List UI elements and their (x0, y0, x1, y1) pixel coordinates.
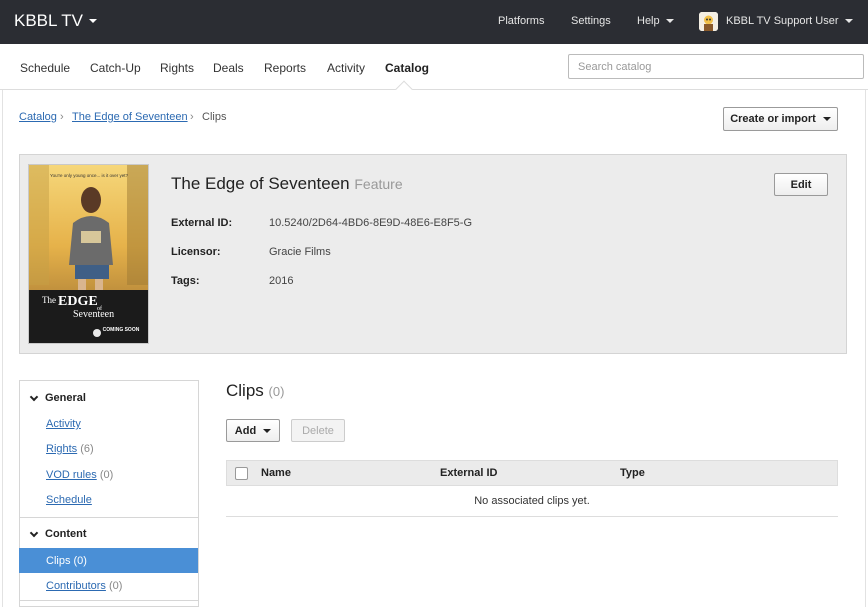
breadcrumb-title[interactable]: The Edge of Seventeen (72, 111, 188, 123)
nav-platforms[interactable]: Platforms (498, 15, 544, 27)
nav-catalog[interactable]: Catalog (385, 61, 429, 75)
tags-label: Tags: (171, 275, 200, 287)
sidebar-divider (19, 600, 199, 601)
breadcrumb-catalog[interactable]: Catalog (19, 111, 57, 123)
nav-settings[interactable]: Settings (571, 15, 611, 27)
brand-name: KBBL TV (14, 11, 83, 30)
count: (0) (108, 580, 123, 592)
clips-count: (0) (268, 384, 285, 399)
item-title: The Edge of Seventeen Feature (171, 174, 403, 194)
user-name: KBBL TV Support User (726, 15, 839, 27)
poster-tagline: You're only young once... is it over yet… (50, 173, 128, 178)
chevron-down-icon (29, 392, 39, 401)
caret-down-icon (822, 117, 831, 121)
breadcrumb-separator: › (60, 111, 64, 123)
poster-title-line: EDGE (58, 294, 98, 309)
user-avatar-icon[interactable] (699, 12, 718, 31)
column-external-id[interactable]: External ID (440, 467, 497, 479)
count: (0) (99, 469, 114, 481)
breadcrumb-current: Clips (202, 111, 227, 123)
empty-state-message: No associated clips yet. (226, 486, 838, 517)
nav-schedule[interactable]: Schedule (20, 61, 70, 75)
sidebar-section-content[interactable]: Content (19, 519, 199, 549)
column-type[interactable]: Type (620, 467, 645, 479)
licensor-value: Gracie Films (269, 246, 331, 258)
poster-title-line: Seventeen (73, 309, 114, 320)
sidebar-section-general[interactable]: General (19, 383, 199, 413)
external-id-value: 10.5240/2D64-4BD6-8E9D-48E6-E8F5-G (269, 217, 473, 229)
select-all-checkbox[interactable] (235, 467, 248, 480)
chevron-down-icon (29, 528, 39, 537)
poster-image: You're only young once... is it over yet… (28, 164, 149, 344)
edit-button[interactable]: Edit (774, 173, 828, 196)
create-or-import-button[interactable]: Create or import (723, 107, 838, 131)
item-title-text: The Edge of Seventeen (171, 174, 350, 193)
column-name[interactable]: Name (261, 467, 291, 479)
nav-activity[interactable]: Activity (327, 61, 365, 75)
nav-reports[interactable]: Reports (264, 61, 306, 75)
count: (6) (80, 443, 94, 455)
item-type: Feature (354, 176, 403, 192)
external-id-label: External ID: (171, 217, 233, 229)
sidebar-item-rights[interactable]: Rights (6) (46, 443, 94, 455)
caret-down-icon (88, 19, 97, 23)
sidebar-item-activity[interactable]: Activity (46, 418, 81, 430)
count: (0) (73, 554, 87, 567)
add-clip-button[interactable]: Add (226, 419, 280, 442)
tags-value: 2016 (269, 275, 294, 287)
user-menu[interactable]: KBBL TV Support User (726, 15, 853, 27)
sidebar-item-clips[interactable]: Clips (0) (19, 548, 198, 573)
poster-title-line: The (42, 295, 56, 305)
sidebar-item-vod-rules[interactable]: VOD rules (0) (46, 469, 113, 481)
caret-down-icon (263, 428, 272, 433)
clips-heading: Clips (0) (226, 381, 285, 400)
breadcrumb-separator: › (190, 111, 194, 123)
sidebar-item-contributors[interactable]: Contributors (0) (46, 580, 122, 592)
delete-clip-button[interactable]: Delete (291, 419, 345, 442)
nav-deals[interactable]: Deals (213, 61, 244, 75)
nav-help[interactable]: Help (637, 15, 674, 27)
search-input[interactable] (568, 54, 864, 79)
caret-down-icon (844, 19, 853, 23)
sidebar-item-schedule[interactable]: Schedule (46, 494, 92, 506)
licensor-label: Licensor: (171, 246, 221, 258)
poster-badge: COMING SOON (103, 327, 140, 333)
top-bar: KBBL TV Platforms Settings Help KBBL TV … (0, 0, 868, 44)
clips-table-header (226, 460, 838, 486)
brand-menu[interactable]: KBBL TV (14, 11, 97, 31)
sidebar-divider (19, 517, 199, 518)
nav-rights[interactable]: Rights (160, 61, 194, 75)
caret-down-icon (665, 19, 674, 23)
nav-catch-up[interactable]: Catch-Up (90, 61, 141, 75)
